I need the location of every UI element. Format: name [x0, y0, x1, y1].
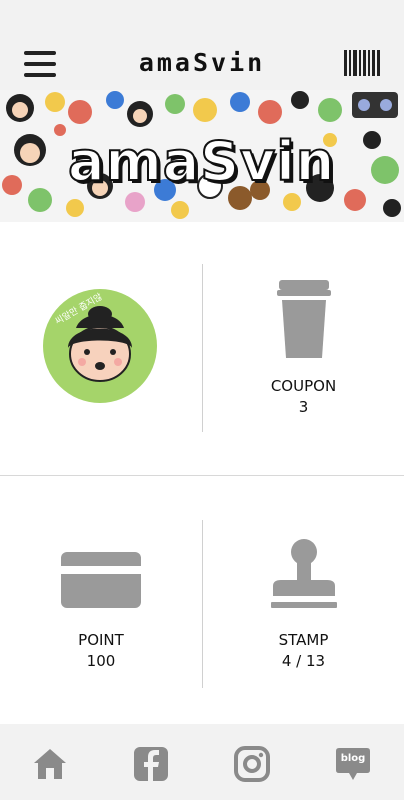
app-header: amaSvin — [0, 34, 404, 90]
card-icon — [61, 552, 141, 608]
stamp-icon — [271, 539, 337, 608]
menu-grid: 씨알만 줍지않 COUPON 3 POINT 100 STAMP 4 / 13 — [0, 222, 404, 724]
coupon-count: 3 — [298, 398, 309, 416]
stamp-count: 4 / 13 — [281, 652, 326, 670]
profile-avatar[interactable]: 씨알만 줍지않 — [42, 288, 158, 404]
point-label: POINT — [78, 631, 124, 649]
point-value: 100 — [86, 652, 116, 670]
app-title: amaSvin — [138, 47, 266, 77]
cup-icon — [277, 280, 331, 358]
barcode-icon[interactable] — [344, 50, 380, 76]
coupon-tile[interactable]: COUPON 3 — [203, 222, 404, 475]
stamp-tile[interactable]: STAMP 4 / 13 — [203, 476, 404, 724]
blog-label: blog — [340, 753, 366, 764]
stamp-label: STAMP — [278, 631, 329, 649]
avatar — [43, 289, 157, 403]
hero-banner: amaSvin — [0, 90, 404, 222]
coupon-label: COUPON — [270, 377, 337, 395]
facebook-icon[interactable] — [133, 746, 169, 782]
instagram-icon[interactable] — [234, 746, 270, 782]
status-bar — [0, 0, 404, 34]
hamburger-menu-icon[interactable] — [24, 51, 58, 77]
banner-logo-text: amaSvin — [67, 129, 336, 194]
bottom-navigation: blog — [0, 724, 404, 800]
home-icon[interactable] — [32, 746, 68, 782]
point-tile[interactable]: POINT 100 — [0, 476, 202, 724]
blog-icon[interactable]: blog — [335, 746, 371, 782]
